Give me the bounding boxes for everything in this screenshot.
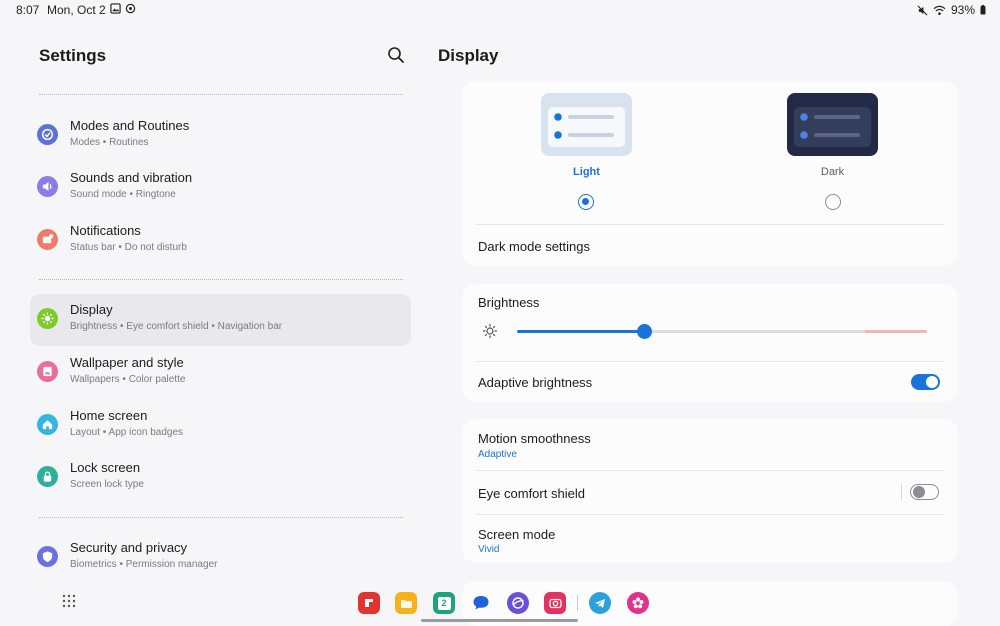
adaptive-brightness-label: Adaptive brightness xyxy=(478,375,593,390)
sidebar-item-security-and-privacy[interactable]: Security and privacy Biometrics • Permis… xyxy=(30,532,411,584)
status-right: 93% xyxy=(917,3,986,17)
light-theme-radio[interactable] xyxy=(578,194,594,210)
dark-mode-settings[interactable]: Dark mode settings xyxy=(478,239,590,254)
wifi-icon xyxy=(933,5,946,15)
home-indicator[interactable] xyxy=(421,619,578,622)
sidebar-item-label: Home screen xyxy=(70,408,148,423)
brightness-slider-thumb[interactable] xyxy=(637,324,653,339)
check-circle-icon xyxy=(37,124,58,145)
sidebar-item-home-screen[interactable]: Home screen Layout • App icon badges xyxy=(30,400,411,452)
sidebar-item-label: Display xyxy=(70,302,113,317)
status-time: 8:07 xyxy=(16,3,40,17)
sidebar-item-label: Modes and Routines xyxy=(70,118,190,133)
sidebar-item-sublabel: Wallpapers • Color palette xyxy=(70,374,186,385)
sidebar-item-label: Sounds and vibration xyxy=(70,170,193,185)
dark-theme-preview[interactable] xyxy=(787,93,878,156)
sidebar-item-sublabel: Modes • Routines xyxy=(70,137,149,148)
flipboard-icon[interactable] xyxy=(358,592,380,614)
sun-icon xyxy=(37,308,58,329)
eye-comfort-toggle[interactable] xyxy=(910,484,939,500)
home-icon xyxy=(37,414,58,435)
extra-brightness-zone xyxy=(865,330,927,333)
dark-theme-radio[interactable] xyxy=(825,194,841,210)
lock-icon xyxy=(37,466,58,487)
brightness-slider[interactable] xyxy=(517,324,927,339)
search-icon[interactable] xyxy=(386,45,406,65)
folder-icon[interactable] xyxy=(395,592,417,614)
shield-icon xyxy=(37,546,58,567)
sidebar-item-sublabel: Layout • App icon badges xyxy=(70,427,184,438)
sidebar-item-display[interactable]: Display Brightness • Eye comfort shield … xyxy=(30,294,411,346)
sidebar-item-label: Lock screen xyxy=(70,460,141,475)
theme-card: Light Dark Dark mode settings xyxy=(462,81,958,266)
sidebar-item-sublabel: Screen lock type xyxy=(70,479,144,490)
detail-title: Display xyxy=(438,46,499,65)
battery-percent: 93% xyxy=(950,3,975,17)
divider xyxy=(476,361,944,362)
speaker-icon xyxy=(37,176,58,197)
sidebar-item-sounds-and-vibration[interactable]: Sounds and vibration Sound mode • Ringto… xyxy=(30,162,411,214)
brightness-label: Brightness xyxy=(478,295,540,310)
apps-grid-icon[interactable] xyxy=(62,594,76,608)
sidebar-item-notifications[interactable]: Notifications Status bar • Do not distur… xyxy=(30,215,411,267)
status-bar: 8:07 Mon, Oct 2 93% xyxy=(0,0,1000,20)
sidebar-item-modes-and-routines[interactable]: Modes and Routines Modes • Routines xyxy=(30,110,411,162)
divider xyxy=(476,224,944,225)
adaptive-brightness-toggle[interactable] xyxy=(911,374,940,390)
screen-mode-value: Vivid xyxy=(478,544,500,555)
telegram-icon[interactable] xyxy=(589,592,611,614)
motion-smoothness-value: Adaptive xyxy=(478,449,517,460)
brightness-low-icon xyxy=(482,323,498,339)
page-title: Settings xyxy=(39,46,107,65)
light-theme-label: Light xyxy=(573,166,600,178)
divider xyxy=(476,470,944,471)
sidebar-item-sublabel: Brightness • Eye comfort shield • Naviga… xyxy=(70,321,283,332)
brightness-slider-fill xyxy=(517,330,645,333)
sidebar-item-lock-screen[interactable]: Lock screen Screen lock type xyxy=(30,452,411,504)
screen-mode[interactable]: Screen mode xyxy=(478,527,555,542)
section-divider xyxy=(39,517,403,518)
section-divider xyxy=(39,94,403,95)
gallery-notification-icon xyxy=(110,3,121,14)
notification-icon xyxy=(37,229,58,250)
sync-notification-icon xyxy=(125,3,136,14)
sidebar-item-sublabel: Sound mode • Ringtone xyxy=(70,189,176,200)
sidebar-item-sublabel: Status bar • Do not disturb xyxy=(70,242,187,253)
messages-icon[interactable] xyxy=(470,592,492,614)
sidebar-item-sublabel: Biometrics • Permission manager xyxy=(70,559,218,570)
light-theme-preview[interactable] xyxy=(541,93,632,156)
camera-icon[interactable] xyxy=(544,592,566,614)
motion-smoothness[interactable]: Motion smoothness xyxy=(478,431,591,446)
blossom-icon[interactable] xyxy=(627,592,649,614)
dark-theme-label: Dark xyxy=(820,166,845,178)
section-divider xyxy=(39,279,403,280)
display-options-card: Motion smoothness Adaptive Eye comfort s… xyxy=(462,419,958,563)
brightness-card: Brightness Adaptive brightness xyxy=(462,284,958,402)
battery-icon xyxy=(980,5,986,15)
sidebar-item-label: Notifications xyxy=(70,223,141,238)
image-icon xyxy=(37,361,58,382)
toggle-separator xyxy=(901,483,902,501)
dock-separator xyxy=(577,595,578,611)
divider xyxy=(476,514,944,515)
internet-icon[interactable] xyxy=(507,592,529,614)
mute-icon xyxy=(917,5,928,15)
eye-comfort-shield[interactable]: Eye comfort shield xyxy=(478,486,585,501)
sidebar-item-label: Wallpaper and style xyxy=(70,355,184,370)
sidebar-item-wallpaper-and-style[interactable]: Wallpaper and style Wallpapers • Color p… xyxy=(30,347,411,399)
sidebar-item-label: Security and privacy xyxy=(70,540,188,555)
calendar-icon[interactable]: 2 xyxy=(433,592,455,614)
status-date: Mon, Oct 2 xyxy=(47,3,106,17)
